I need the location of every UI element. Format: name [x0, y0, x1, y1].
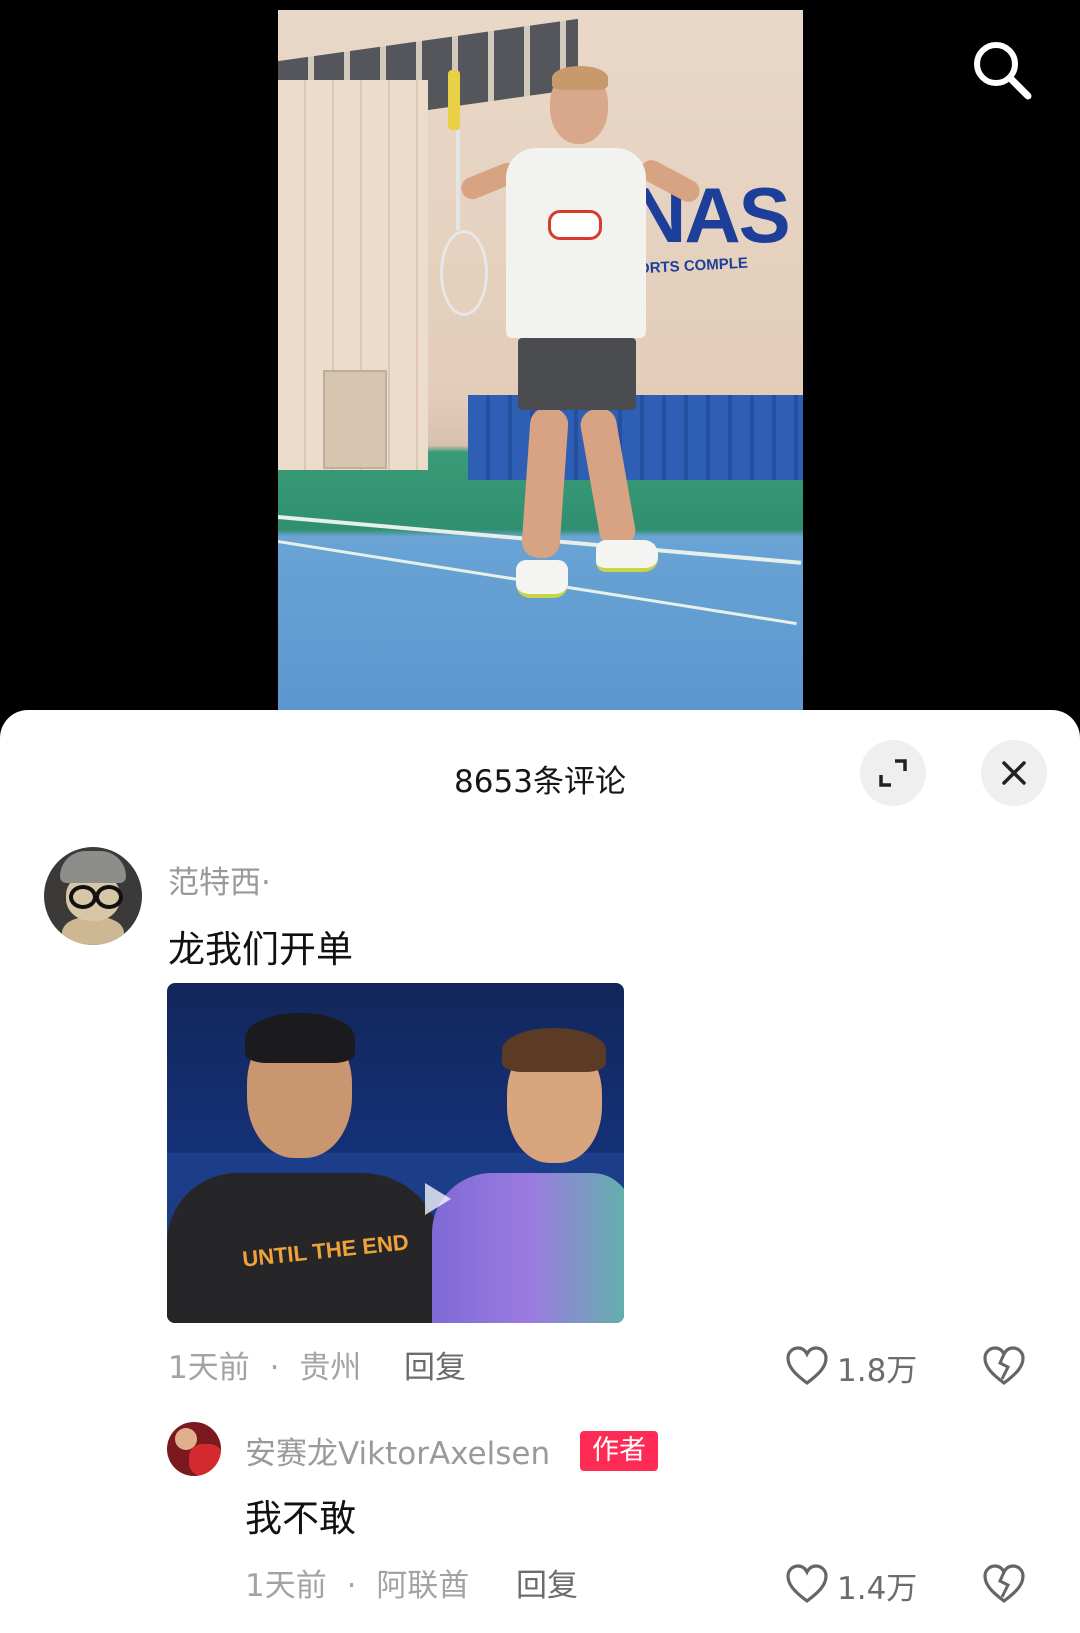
like-button[interactable]: 1.4万 — [785, 1563, 925, 1607]
racket-shaft — [456, 130, 460, 230]
expand-button[interactable] — [860, 740, 926, 806]
player-leg — [520, 406, 570, 560]
broken-heart-icon — [983, 1346, 1025, 1386]
close-icon — [1002, 761, 1026, 785]
avatar[interactable] — [44, 847, 142, 945]
dislike-button[interactable] — [982, 1345, 1026, 1389]
player-shorts — [518, 338, 636, 410]
avatar-figure — [62, 917, 124, 945]
avatar-figure — [189, 1444, 221, 1476]
comment-location: 贵州 — [299, 1350, 362, 1386]
comment-time: 1天前 — [168, 1350, 250, 1386]
avatar[interactable] — [167, 1422, 221, 1476]
comment-text: 我不敢 — [245, 1497, 356, 1540]
player-shoe — [596, 540, 658, 572]
comment-location: 阿联酋 — [376, 1568, 470, 1604]
dislike-button[interactable] — [982, 1563, 1026, 1607]
search-icon[interactable] — [970, 38, 1034, 102]
comment-video-thumbnail[interactable]: UNTIL THE END — [167, 983, 624, 1323]
avatar-hat — [60, 851, 126, 883]
like-count: 1.4万 — [837, 1571, 918, 1607]
broken-heart-icon — [983, 1564, 1025, 1604]
app-root: NAS SPORTS COMPLE 8653条评论 范特西· 龙我们开单 UNT… — [0, 0, 1080, 1633]
comment-meta: 1天前 · 阿联酋 — [245, 1560, 469, 1605]
author-badge: 作者 — [580, 1431, 658, 1471]
meta-separator: · — [269, 1350, 280, 1386]
comments-panel: 8653条评论 范特西· 龙我们开单 UNTIL THE END 1天前 · 贵… — [0, 710, 1080, 1633]
reply-button[interactable]: 回复 — [404, 1342, 466, 1387]
comment-text: 龙我们开单 — [168, 928, 353, 971]
player-arm — [636, 156, 704, 206]
avatar-glasses — [69, 885, 97, 909]
expand-icon — [879, 759, 907, 787]
thumb-person-hair — [502, 1028, 606, 1072]
gym-door — [323, 370, 387, 469]
thumb-person — [432, 1173, 624, 1323]
thumb-person-hair — [245, 1013, 355, 1063]
racket-head — [440, 230, 488, 316]
comment-username[interactable]: 范特西· — [168, 857, 271, 902]
video-player[interactable]: NAS SPORTS COMPLE — [0, 0, 1080, 712]
racket-handle — [448, 70, 460, 130]
like-button[interactable]: 1.8万 — [785, 1345, 925, 1389]
comment-time: 1天前 — [245, 1568, 327, 1604]
video-frame[interactable]: NAS SPORTS COMPLE — [278, 10, 803, 712]
shirt-sponsor-logo — [548, 210, 602, 240]
avatar-glasses — [95, 885, 123, 909]
heart-icon — [786, 1346, 828, 1386]
play-icon[interactable] — [425, 1183, 451, 1215]
player-hair — [552, 66, 608, 90]
close-button[interactable] — [981, 740, 1047, 806]
comment-username[interactable]: 安赛龙ViktorAxelsen — [245, 1428, 550, 1473]
like-count: 1.8万 — [837, 1353, 918, 1389]
comment-meta: 1天前 · 贵州 — [168, 1342, 361, 1387]
player-figure — [440, 66, 704, 660]
avatar-face — [175, 1428, 197, 1450]
player-shirt — [506, 148, 646, 338]
player-shoe — [516, 560, 568, 598]
heart-icon — [786, 1564, 828, 1604]
meta-separator: · — [346, 1568, 357, 1604]
reply-button[interactable]: 回复 — [516, 1560, 578, 1605]
player-leg — [578, 405, 638, 551]
